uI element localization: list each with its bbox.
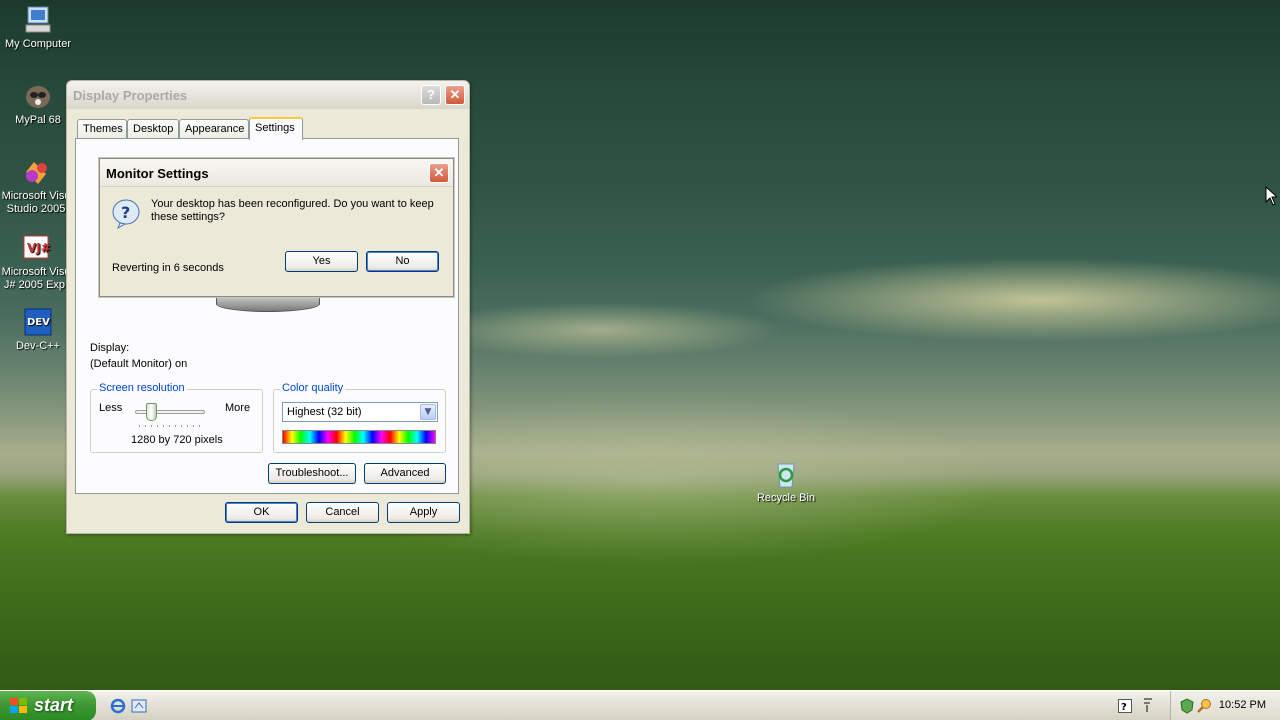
windows-logo-icon xyxy=(10,698,27,713)
desktop-icon-label: MyPal 68 xyxy=(15,114,61,126)
clock[interactable]: 10:52 PM xyxy=(1219,699,1266,711)
desktop-icon-mypal[interactable]: MyPal 68 xyxy=(0,80,76,127)
svg-text:?: ? xyxy=(121,203,130,222)
color-quality-select[interactable]: Highest (32 bit) ▼ xyxy=(282,402,438,422)
help-tray-icon[interactable]: ? xyxy=(1118,699,1132,713)
mypal-browser-icon xyxy=(22,80,54,112)
start-label: start xyxy=(34,695,74,715)
question-icon: ? xyxy=(112,199,140,230)
dialog-title: Monitor Settings xyxy=(106,166,209,181)
desktop-icon-my-computer[interactable]: My Computer xyxy=(0,4,76,51)
monitor-stand xyxy=(216,296,320,312)
display-value: (Default Monitor) on xyxy=(90,358,188,370)
chevron-down-icon[interactable]: ▼ xyxy=(420,404,436,420)
screen-resolution-legend: Screen resolution xyxy=(97,382,187,394)
resolution-value: 1280 by 720 pixels xyxy=(131,434,223,446)
internet-explorer-icon[interactable] xyxy=(110,698,126,714)
taskbar: start ? 10:52 PM xyxy=(0,690,1280,720)
no-button[interactable]: No xyxy=(366,251,439,272)
dialog-message-line2: these settings? xyxy=(151,211,225,223)
dev-cpp-icon: DEV xyxy=(22,306,54,338)
color-quality-value: Highest (32 bit) xyxy=(287,406,362,418)
tab-settings[interactable]: Settings xyxy=(249,117,303,140)
desktop-icon-label: Dev-C++ xyxy=(15,340,61,352)
desktop-icon-recycle-bin[interactable]: Recycle Bin xyxy=(748,458,824,505)
desktop-icon-label: Recycle Bin xyxy=(756,492,816,504)
color-spectrum-preview xyxy=(282,430,436,444)
color-quality-legend: Color quality xyxy=(280,382,346,394)
desktop-icon-label: Microsoft Visu xyxy=(1,190,71,202)
desktop-icon-dev-cpp[interactable]: DEV Dev-C++ xyxy=(0,306,76,353)
show-desktop-icon[interactable] xyxy=(131,698,147,714)
revert-countdown: Reverting in 6 seconds xyxy=(112,262,224,274)
visual-studio-icon xyxy=(20,156,52,188)
troubleshoot-button[interactable]: Troubleshoot... xyxy=(268,463,356,484)
desktop-icon-visual-jsharp[interactable]: VJ# Microsoft Visu J# 2005 Exp. xyxy=(0,232,74,292)
window-title: Display Properties xyxy=(73,88,188,103)
monitor-settings-dialog: Monitor Settings ✕ ? Your desktop has be… xyxy=(99,158,454,297)
slider-less-label: Less xyxy=(99,402,123,414)
slider-ticks xyxy=(139,425,203,427)
svg-text:VJ#: VJ# xyxy=(27,241,51,255)
desktop-icon-label: J# 2005 Exp. xyxy=(3,279,69,291)
security-tray-icon[interactable] xyxy=(1179,698,1195,714)
system-tray: 10:52 PM xyxy=(1170,691,1280,720)
screen-resolution-group: Screen resolution Less More 1280 by 720 … xyxy=(90,382,263,453)
svg-text:?: ? xyxy=(1121,702,1127,713)
desktop-icon-label: Microsoft Visu xyxy=(1,266,71,278)
apply-button[interactable]: Apply xyxy=(387,502,460,523)
slider-more-label: More xyxy=(225,402,251,414)
svg-text:DEV: DEV xyxy=(27,317,50,328)
desktop-icon-label: Studio 2005 xyxy=(6,203,66,215)
tab-desktop[interactable]: Desktop xyxy=(127,119,179,139)
cancel-button[interactable]: Cancel xyxy=(306,502,379,523)
advanced-button[interactable]: Advanced xyxy=(364,463,446,484)
help-button[interactable]: ? xyxy=(421,85,441,105)
recycle-bin-icon xyxy=(770,458,802,490)
title-bar[interactable]: Display Properties ? ✕ xyxy=(67,81,469,109)
dialog-title-bar[interactable]: Monitor Settings ✕ xyxy=(100,159,453,187)
visual-jsharp-icon: VJ# xyxy=(20,232,52,264)
display-properties-window: Display Properties ? ✕ Themes Desktop Ap… xyxy=(66,80,470,534)
display-label: Display: xyxy=(90,342,130,354)
resolution-slider-thumb[interactable] xyxy=(146,403,157,421)
desktop-icon-label: My Computer xyxy=(4,38,72,50)
color-quality-group: Color quality Highest (32 bit) ▼ xyxy=(273,382,446,453)
start-button[interactable]: start xyxy=(0,691,96,720)
ok-button[interactable]: OK xyxy=(225,502,298,523)
mouse-cursor-icon xyxy=(1265,186,1277,206)
desktop-icon-visual-studio[interactable]: Microsoft Visu Studio 2005 xyxy=(0,156,74,216)
dialog-message-line1: Your desktop has been reconfigured. Do y… xyxy=(151,198,434,210)
yes-button[interactable]: Yes xyxy=(285,251,358,272)
search-tray-icon[interactable] xyxy=(1197,698,1213,714)
my-computer-icon xyxy=(22,4,54,36)
tab-appearance[interactable]: Appearance xyxy=(179,119,249,139)
network-tray-icon[interactable] xyxy=(1142,697,1154,713)
tab-themes[interactable]: Themes xyxy=(77,119,127,139)
close-button[interactable]: ✕ xyxy=(445,85,465,105)
close-button[interactable]: ✕ xyxy=(429,163,449,183)
